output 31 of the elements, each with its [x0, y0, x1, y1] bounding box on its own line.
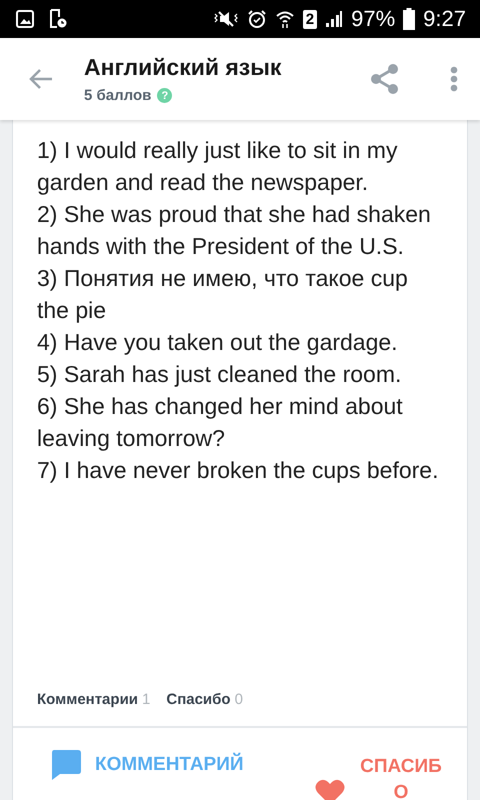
stat-count: 1: [142, 691, 150, 708]
points-label: 5 баллов: [84, 87, 152, 104]
speech-bubble-icon: [51, 750, 81, 780]
page-title: Английский язык: [84, 54, 282, 81]
phone-clock-icon: [48, 9, 68, 29]
stat-count: 0: [234, 691, 243, 708]
answer-line: 3) Понятия не имею, что такое cup the pie: [37, 264, 409, 325]
vibrate-mute-icon: [212, 10, 239, 28]
battery-percent: 97%: [351, 6, 396, 32]
comment-button[interactable]: КОММЕНТАРИЙ: [51, 750, 244, 780]
answer-line: 5) Sarah has just cleaned the room.: [37, 360, 402, 389]
heart-icon: [315, 778, 345, 800]
help-badge[interactable]: ?: [157, 88, 172, 103]
alarm-icon: [246, 9, 267, 29]
answer-line: 7) I have never broken the cups before.: [37, 456, 440, 485]
answer-line: 1) I would really just like to sit in my garden and read the newspaper.: [37, 136, 398, 197]
stat-label: Спасибо: [166, 691, 231, 708]
thanks-button[interactable]: СПАСИБО: [315, 754, 443, 800]
clock-time: 9:27: [423, 6, 466, 32]
gallery-icon: [16, 10, 34, 28]
stat-label: Комментарии: [37, 691, 138, 708]
more-options-icon[interactable]: [450, 66, 458, 92]
answer-line: 6) She has changed her mind about leaving tomorrow?: [37, 392, 404, 453]
sim-indicator: 2: [302, 10, 318, 28]
battery-icon: [403, 8, 416, 30]
answer-line: 2) She was proud that she had shaken hands with the President of the U.S.: [37, 200, 432, 261]
answer-line: 4) Have you taken out the gardage.: [37, 328, 399, 357]
signal-icon: [325, 10, 344, 28]
wifi-icon: [274, 9, 295, 29]
share-icon[interactable]: [370, 63, 400, 95]
back-arrow-icon[interactable]: [28, 68, 54, 90]
